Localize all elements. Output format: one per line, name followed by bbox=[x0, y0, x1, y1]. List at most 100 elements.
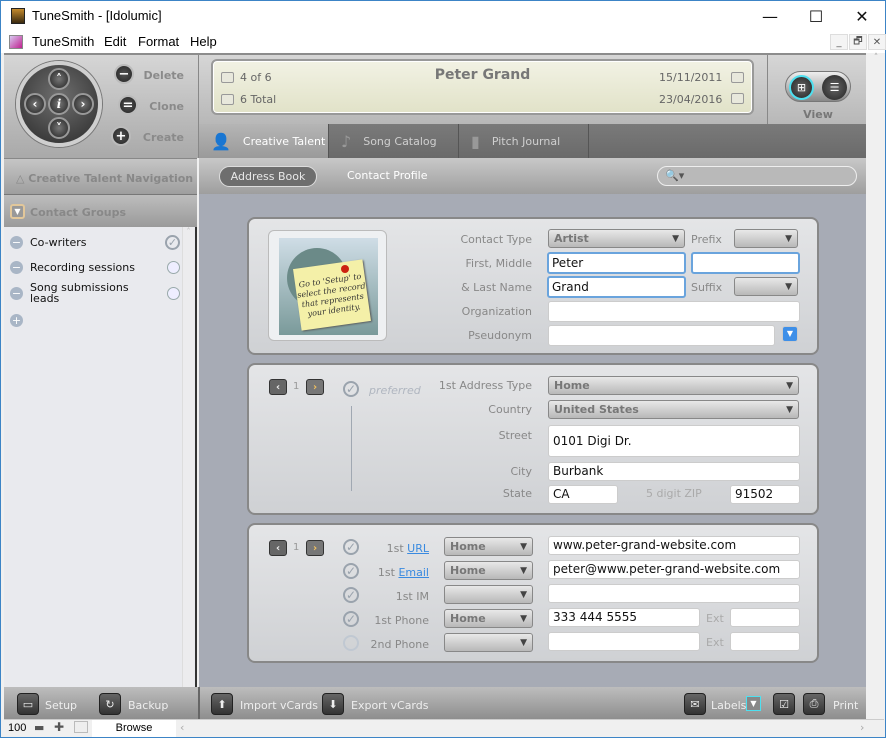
contact-type-select[interactable]: Artist ▼ bbox=[548, 229, 685, 248]
comm-type-select[interactable]: Home ▼ bbox=[444, 537, 533, 556]
comm-value-input[interactable]: www.peter-grand-website.com bbox=[548, 536, 800, 555]
labels-dropdown-icon[interactable]: ▼ bbox=[746, 696, 761, 711]
mdi-close-button[interactable]: ✕ bbox=[868, 34, 886, 50]
list-item[interactable]: − Co-writers ✓ bbox=[10, 235, 180, 250]
prev-address-button[interactable]: ‹ bbox=[269, 379, 287, 395]
preferred-checkbox[interactable]: ✓ bbox=[343, 381, 359, 397]
delete-button[interactable]: Delete bbox=[134, 69, 184, 82]
comm-type-select[interactable]: Home ▼ bbox=[444, 561, 533, 580]
organization-input[interactable] bbox=[548, 301, 800, 322]
create-button[interactable]: Create bbox=[134, 131, 184, 144]
address-book-button[interactable]: Address Book bbox=[219, 166, 317, 187]
mode-indicator[interactable]: Browse bbox=[92, 720, 176, 737]
middle-name-input[interactable] bbox=[691, 252, 800, 274]
zoom-out-icon[interactable]: ▬ bbox=[34, 721, 44, 734]
organization-label: Organization bbox=[461, 305, 532, 318]
comm-type-select[interactable]: ▼ bbox=[444, 585, 533, 604]
comm-value-input[interactable] bbox=[548, 632, 700, 651]
labels-button[interactable]: Labels bbox=[711, 699, 746, 712]
setup-icon[interactable]: ▭ bbox=[17, 693, 39, 715]
export-icon[interactable]: ⬇ bbox=[322, 693, 344, 715]
window-scrollbar[interactable]: ˄ bbox=[867, 53, 885, 719]
create-icon[interactable]: + bbox=[111, 126, 131, 146]
left-arrow-icon[interactable]: ‹ bbox=[24, 93, 46, 115]
remove-icon[interactable]: − bbox=[10, 236, 23, 249]
first-name-input[interactable]: Peter bbox=[547, 252, 686, 274]
pseudonym-input[interactable] bbox=[548, 325, 775, 346]
setup-button[interactable]: Setup bbox=[45, 699, 77, 712]
zip-input[interactable]: 91502 bbox=[730, 485, 800, 504]
list-item[interactable]: − Recording sessions bbox=[10, 261, 180, 274]
minimize-button[interactable]: — bbox=[747, 1, 793, 31]
comm-label[interactable]: 1st Email bbox=[351, 566, 429, 579]
comm-value-input[interactable]: 333 444 5555 bbox=[548, 608, 700, 627]
grid-view-icon[interactable]: ⊞ bbox=[789, 75, 814, 100]
remove-icon[interactable]: − bbox=[10, 261, 23, 274]
list-view-icon[interactable]: ☰ bbox=[822, 75, 847, 100]
contact-profile-link[interactable]: Contact Profile bbox=[347, 169, 428, 182]
remove-icon[interactable]: − bbox=[10, 286, 23, 300]
collapse-icon[interactable]: ▼ bbox=[10, 204, 25, 219]
search-input[interactable]: 🔍▾ bbox=[657, 166, 857, 186]
last-name-input[interactable]: Grand bbox=[547, 276, 686, 298]
up-arrow-icon[interactable]: ˄ bbox=[48, 68, 70, 90]
menu-edit[interactable]: Edit bbox=[104, 34, 126, 49]
print-button[interactable]: Print bbox=[833, 699, 858, 712]
backup-button[interactable]: Backup bbox=[128, 699, 168, 712]
street-input[interactable]: 0101 Digi Dr. bbox=[548, 425, 800, 457]
add-group-icon[interactable]: + bbox=[10, 314, 23, 327]
comm-type-select[interactable]: ▼ bbox=[444, 633, 533, 652]
suffix-select[interactable]: ▼ bbox=[734, 277, 798, 296]
country-select[interactable]: United States ▼ bbox=[548, 400, 799, 419]
clone-button[interactable]: Clone bbox=[134, 100, 184, 113]
export-vcards-button[interactable]: Export vCards bbox=[351, 699, 428, 712]
layout-icon[interactable] bbox=[74, 721, 88, 733]
sidebar-nav-header[interactable]: △ Creative Talent Navigation bbox=[4, 158, 197, 194]
backup-icon[interactable]: ↻ bbox=[99, 693, 121, 715]
zoom-level[interactable]: 100 bbox=[8, 722, 26, 734]
scroll-left-icon[interactable]: ‹ bbox=[180, 721, 184, 734]
close-button[interactable]: ✕ bbox=[839, 1, 885, 31]
scroll-right-icon[interactable]: › bbox=[860, 721, 864, 734]
import-vcards-button[interactable]: Import vCards bbox=[240, 699, 318, 712]
mdi-minimize-button[interactable]: _ bbox=[830, 34, 848, 50]
pseudonym-dropdown-icon[interactable]: ▼ bbox=[782, 326, 798, 342]
contact-photo[interactable]: Go to 'Setup' to select the record that … bbox=[268, 230, 387, 341]
maximize-button[interactable]: ☐ bbox=[793, 1, 839, 31]
ext-input[interactable] bbox=[730, 608, 800, 627]
address-type-select[interactable]: Home ▼ bbox=[548, 376, 799, 395]
next-address-button[interactable]: › bbox=[306, 379, 324, 395]
list-item[interactable]: − Song submissions leads bbox=[10, 282, 180, 304]
zoom-in-icon[interactable]: ✚ bbox=[54, 720, 64, 734]
sidebar-scrollbar[interactable]: ˄ bbox=[182, 227, 194, 687]
tab-song-catalog[interactable]: ♪ Song Catalog bbox=[329, 124, 459, 158]
info-icon[interactable]: i bbox=[48, 93, 70, 115]
delete-icon[interactable]: − bbox=[114, 64, 134, 84]
city-input[interactable]: Burbank bbox=[548, 462, 800, 481]
tab-creative-talent[interactable]: 👤 Creative Talent bbox=[199, 124, 329, 158]
comm-value-input[interactable]: peter@www.peter-grand-website.com bbox=[548, 560, 800, 579]
ext-input[interactable] bbox=[730, 632, 800, 651]
comm-label[interactable]: 1st URL bbox=[351, 542, 429, 555]
state-input[interactable]: CA bbox=[548, 485, 618, 504]
mdi-restore-button[interactable]: 🗗 bbox=[849, 34, 867, 50]
menu-tunesmith[interactable]: TuneSmith bbox=[32, 34, 94, 49]
checkmark-icon[interactable]: ✓ bbox=[165, 235, 180, 250]
import-icon[interactable]: ⬆ bbox=[211, 693, 233, 715]
comm-type-select[interactable]: Home ▼ bbox=[444, 609, 533, 628]
tab-pitch-journal[interactable]: ▮ Pitch Journal bbox=[459, 124, 589, 158]
menu-help[interactable]: Help bbox=[190, 34, 217, 49]
down-arrow-icon[interactable]: ˅ bbox=[48, 117, 70, 139]
printer-icon[interactable]: ⎙ bbox=[803, 693, 825, 715]
tab-label: Creative Talent bbox=[242, 134, 326, 148]
next-comms-button[interactable]: › bbox=[306, 540, 324, 556]
menu-format[interactable]: Format bbox=[138, 34, 179, 49]
right-arrow-icon[interactable]: › bbox=[72, 93, 94, 115]
envelope-icon[interactable]: ✉ bbox=[684, 693, 706, 715]
comm-value-input[interactable] bbox=[548, 584, 800, 603]
checklist-icon[interactable]: ☑ bbox=[773, 693, 795, 715]
radio-icon[interactable] bbox=[167, 261, 180, 274]
prev-comms-button[interactable]: ‹ bbox=[269, 540, 287, 556]
prefix-select[interactable]: ▼ bbox=[734, 229, 798, 248]
radio-icon[interactable] bbox=[167, 286, 180, 300]
